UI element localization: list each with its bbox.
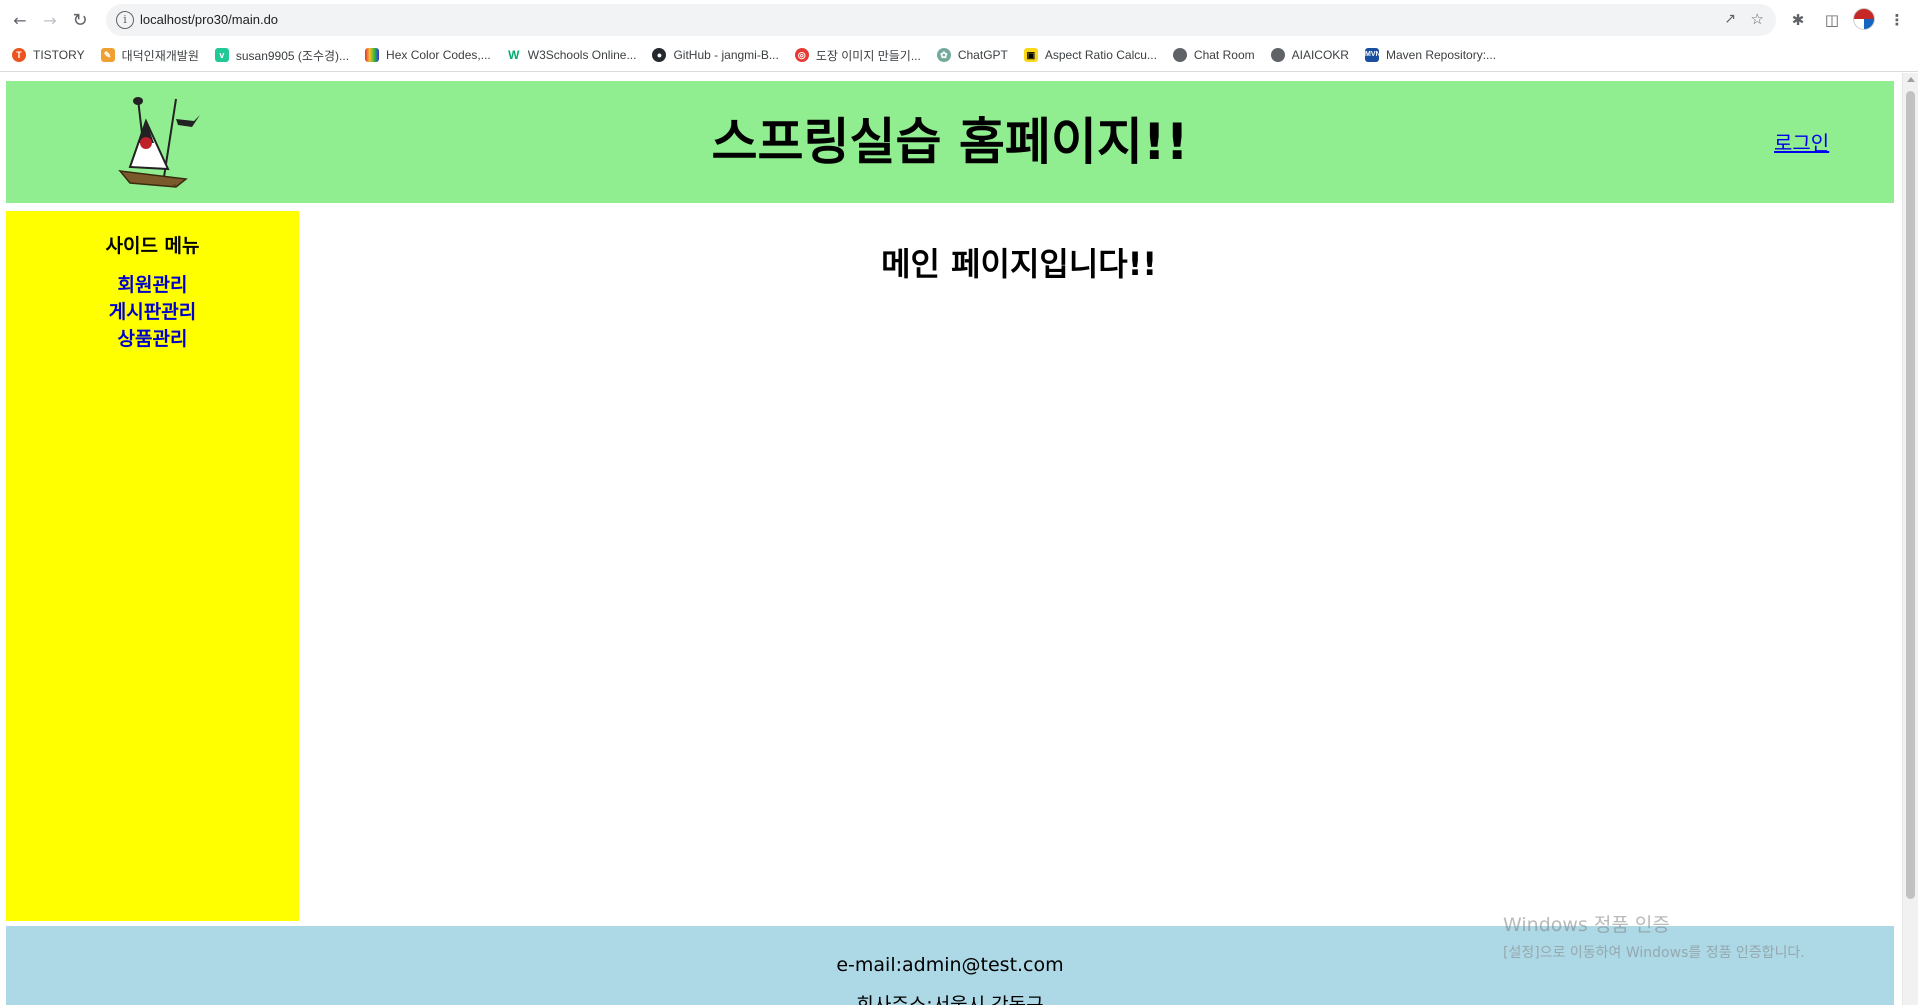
bookmark-star-icon[interactable]: ☆ <box>1751 10 1764 28</box>
stamp-icon: ◎ <box>794 48 809 62</box>
w3schools-icon: W <box>508 48 520 62</box>
bookmark-label: susan9905 (조수경)... <box>235 48 350 63</box>
site-title: 스프링실습 홈페이지!! <box>711 113 1189 171</box>
github-icon: ● <box>652 48 667 62</box>
bookmark-label: TISTORY <box>33 48 85 62</box>
bookmark-item[interactable]: W W3Schools Online... <box>507 44 637 66</box>
side-menu-title: 사이드 메뉴 <box>105 235 200 257</box>
bookmark-item[interactable]: Hex Color Codes,... <box>365 44 491 66</box>
globe-icon <box>1270 48 1285 62</box>
side-menu-item-members[interactable]: 회원관리 <box>118 272 188 299</box>
menu-kebab-icon[interactable]: ⋮ <box>1886 9 1908 31</box>
bookmark-item[interactable]: AIAICOKR <box>1270 44 1349 66</box>
site-header: ™ 스프링실습 홈페이지!! 로그인 <box>6 81 1894 203</box>
footer-address: 회사주소:서울시 강동구 <box>856 994 1044 1005</box>
scroll-up-arrow-icon[interactable] <box>1907 77 1915 82</box>
browser-chrome: ← → ↻ i localhost/pro30/main.do ↗ ☆ ✱ ◫ … <box>0 0 1918 72</box>
svg-text:™: ™ <box>172 184 177 189</box>
scrollbar-thumb[interactable] <box>1906 91 1915 899</box>
bookmark-item[interactable]: v susan9905 (조수경)... <box>214 44 350 66</box>
bookmark-item[interactable]: ▣ Aspect Ratio Calcu... <box>1023 44 1157 66</box>
side-menu-item-products[interactable]: 상품관리 <box>118 326 188 353</box>
color-palette-icon <box>365 48 380 62</box>
bookmark-label: 대덕인재개발원 <box>121 48 199 63</box>
bookmark-item[interactable]: ✎ 대덕인재개발원 <box>100 44 199 66</box>
bookmark-label: Chat Room <box>1193 48 1255 62</box>
vertical-scrollbar[interactable] <box>1902 73 1918 1005</box>
profile-avatar[interactable] <box>1853 8 1875 30</box>
bookmark-item[interactable]: ● GitHub - jangmi-B... <box>652 44 779 66</box>
side-panel-icon[interactable]: ◫ <box>1821 9 1843 31</box>
velog-icon: v <box>214 48 229 62</box>
back-arrow-icon[interactable]: ← <box>8 8 32 32</box>
aspect-ratio-icon: ▣ <box>1023 48 1038 62</box>
tistory-icon: T <box>12 48 26 62</box>
bookmark-item[interactable]: T TISTORY <box>12 44 85 66</box>
side-menu-nav: 회원관리 게시판관리 상품관리 <box>6 272 299 353</box>
chatgpt-icon: ✿ <box>936 48 951 62</box>
bookmark-label: Aspect Ratio Calcu... <box>1044 48 1157 62</box>
side-menu-item-boards[interactable]: 게시판관리 <box>109 299 196 326</box>
java-duke-logo-icon: ™ <box>116 95 212 190</box>
bookmarks-bar: T TISTORY ✎ 대덕인재개발원 v susan9905 (조수경)...… <box>0 43 1918 67</box>
bookmark-label: 도장 이미지 만들기... <box>815 48 921 63</box>
bookmark-item[interactable]: ◎ 도장 이미지 만들기... <box>794 44 921 66</box>
address-bar[interactable]: i localhost/pro30/main.do ↗ ☆ <box>106 4 1776 36</box>
side-menu: 사이드 메뉴 회원관리 게시판관리 상품관리 <box>6 211 299 921</box>
bookmark-label: Hex Color Codes,... <box>386 48 491 62</box>
brush-icon: ✎ <box>100 48 115 62</box>
url-text[interactable]: localhost/pro30/main.do <box>140 12 278 27</box>
forward-arrow-icon[interactable]: → <box>38 8 62 32</box>
bookmark-label: AIAICOKR <box>1291 48 1349 62</box>
page-viewport: ™ 스프링실습 홈페이지!! 로그인 사이드 메뉴 회원관리 게시판관리 상품관… <box>0 73 1918 1005</box>
share-icon[interactable]: ↗ <box>1724 11 1736 27</box>
windows-activation-watermark: Windows 정품 인증 [설정]으로 이동하여 Windows를 정품 인증… <box>1503 910 1805 962</box>
login-link[interactable]: 로그인 <box>1774 127 1829 156</box>
maven-icon: MVN <box>1364 48 1381 62</box>
bookmark-label: GitHub - jangmi-B... <box>673 48 779 62</box>
watermark-title: Windows 정품 인증 <box>1503 914 1670 936</box>
reload-icon[interactable]: ↻ <box>68 8 92 32</box>
browser-toolbar: ← → ↻ i localhost/pro30/main.do ↗ ☆ ✱ ◫ … <box>0 0 1918 40</box>
extensions-icon[interactable]: ✱ <box>1787 9 1809 31</box>
bookmark-label: ChatGPT <box>957 48 1008 62</box>
bookmark-label: W3Schools Online... <box>527 48 637 62</box>
bookmark-label: Maven Repository:... <box>1385 48 1497 62</box>
globe-icon <box>1172 48 1187 62</box>
bookmark-item[interactable]: ✿ ChatGPT <box>936 44 1008 66</box>
bookmark-item[interactable]: MVN Maven Repository:... <box>1364 44 1497 66</box>
main-heading: 메인 페이지입니다!! <box>881 245 1157 283</box>
site-info-icon[interactable]: i <box>116 11 134 29</box>
bookmark-item[interactable]: Chat Room <box>1172 44 1255 66</box>
watermark-subtitle: [설정]으로 이동하여 Windows를 정품 인증합니다. <box>1503 945 1805 961</box>
